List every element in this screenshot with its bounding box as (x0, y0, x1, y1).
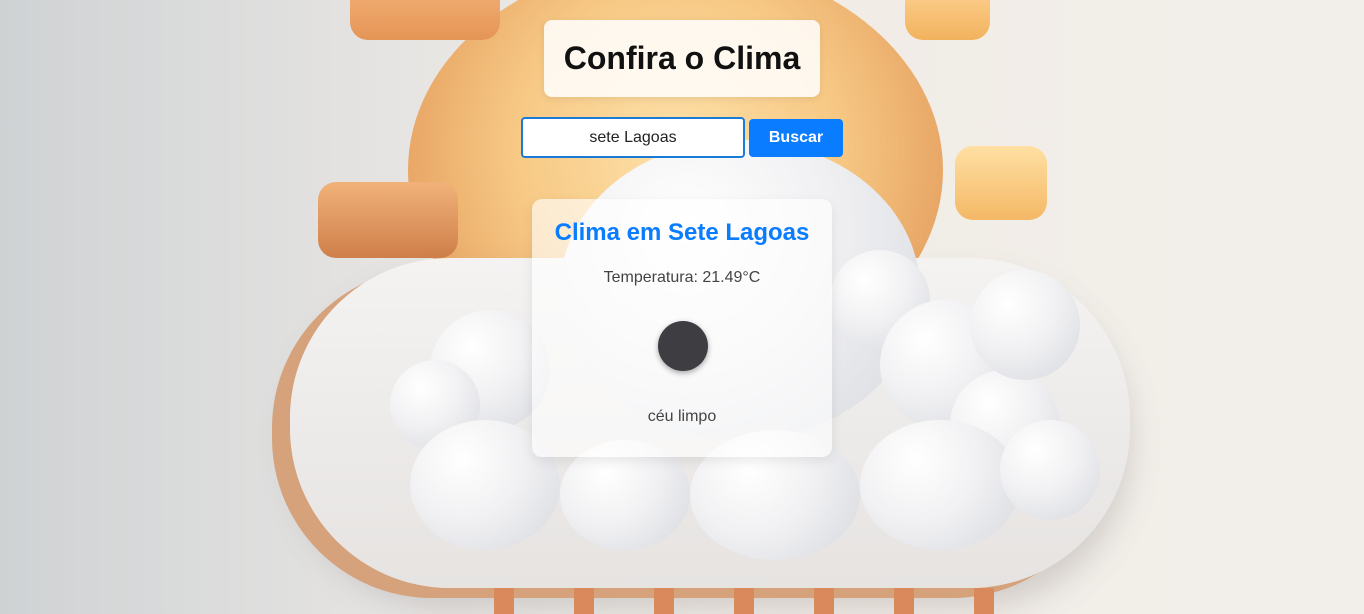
city-search-input[interactable] (521, 117, 745, 158)
page-content: Confira o Clima Buscar Clima em Sete Lag… (0, 0, 1364, 614)
temperature-text: Temperatura: 21.49°C (603, 269, 761, 286)
weather-description: céu limpo (647, 408, 717, 425)
title-box: Confira o Clima (544, 20, 820, 97)
page-title: Confira o Clima (563, 40, 801, 76)
weather-card: Clima em Sete Lagoas Temperatura: 21.49°… (532, 199, 832, 457)
city-title: Clima em Sete Lagoas (554, 219, 810, 246)
weather-icon (658, 321, 708, 371)
search-button[interactable]: Buscar (749, 119, 843, 157)
